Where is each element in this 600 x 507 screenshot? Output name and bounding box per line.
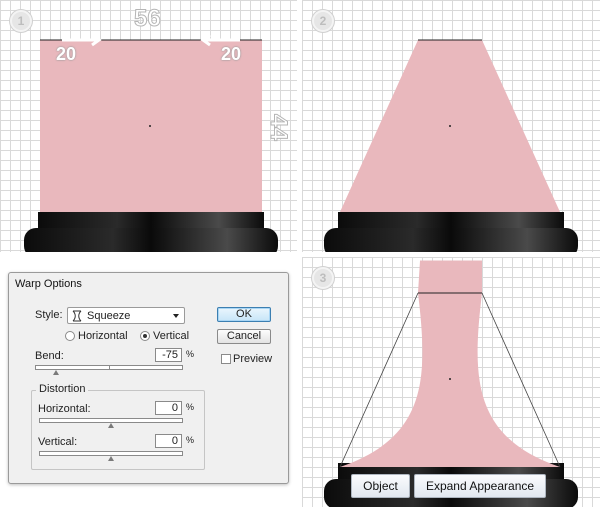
preview-checkbox[interactable] xyxy=(221,354,231,364)
step-3-artwork xyxy=(324,260,578,507)
radio-horizontal[interactable] xyxy=(65,331,75,341)
step-1-artwork xyxy=(24,33,278,252)
distortion-vertical-label: Vertical: xyxy=(38,436,78,448)
distortion-vertical-input[interactable]: 0 xyxy=(155,434,182,448)
base-plate xyxy=(324,228,578,252)
canvas-panel-step-2: 2 xyxy=(302,0,600,252)
distortion-label: Distortion xyxy=(36,383,89,395)
style-select[interactable]: Squeeze xyxy=(67,307,185,324)
bend-input[interactable]: -75 xyxy=(155,348,182,362)
bend-slider-thumb[interactable] xyxy=(53,370,59,375)
distortion-horizontal-percent: % xyxy=(186,402,195,412)
step-badge-3: 3 xyxy=(312,267,334,289)
object-button[interactable]: Object xyxy=(351,474,410,498)
base-ring xyxy=(338,212,564,230)
dimension-height: 44 xyxy=(265,114,293,142)
bend-slider-center-mark xyxy=(109,365,110,370)
expand-appearance-button[interactable]: Expand Appearance xyxy=(414,474,546,498)
distortion-vertical-percent: % xyxy=(186,435,195,445)
distortion-horizontal-slider-thumb[interactable] xyxy=(108,423,114,428)
chevron-down-icon xyxy=(173,314,179,318)
radio-vertical[interactable] xyxy=(140,331,150,341)
distortion-vertical-slider-thumb[interactable] xyxy=(108,456,114,461)
canvas-panel-step-3: 3 xyxy=(302,257,600,507)
dimension-top-width: 56 xyxy=(134,5,162,33)
radio-vertical-label: Vertical xyxy=(153,330,190,342)
step-badge-2: 2 xyxy=(312,10,334,32)
base-ring xyxy=(38,212,264,230)
warped-shape[interactable] xyxy=(340,261,560,467)
bend-label: Bend: xyxy=(35,350,64,362)
dialog-title: Warp Options xyxy=(15,278,82,290)
radio-horizontal-label: Horizontal xyxy=(78,330,128,342)
dimension-right-inset: 20 xyxy=(221,44,242,64)
base-plate xyxy=(24,228,278,252)
distortion-horizontal-input[interactable]: 0 xyxy=(155,401,182,415)
warp-options-dialog: Warp Options Style: Squeeze Horizontal V… xyxy=(8,272,289,484)
cancel-button[interactable]: Cancel xyxy=(217,329,271,344)
ok-button[interactable]: OK xyxy=(217,307,271,322)
dimension-left-inset: 20 xyxy=(56,44,77,64)
step-2-artwork xyxy=(324,39,578,252)
canvas-panel-step-1: 1 56 20 20 44 xyxy=(0,0,297,252)
preview-label: Preview xyxy=(233,353,273,365)
dialog-titlebar[interactable]: Warp Options xyxy=(9,273,288,293)
squeeze-icon xyxy=(72,310,82,322)
step-badge-1: 1 xyxy=(10,10,32,32)
style-select-value: Squeeze xyxy=(87,310,131,322)
style-label: Style: xyxy=(35,309,63,321)
bend-percent: % xyxy=(186,349,195,359)
distortion-horizontal-label: Horizontal: xyxy=(38,403,91,415)
